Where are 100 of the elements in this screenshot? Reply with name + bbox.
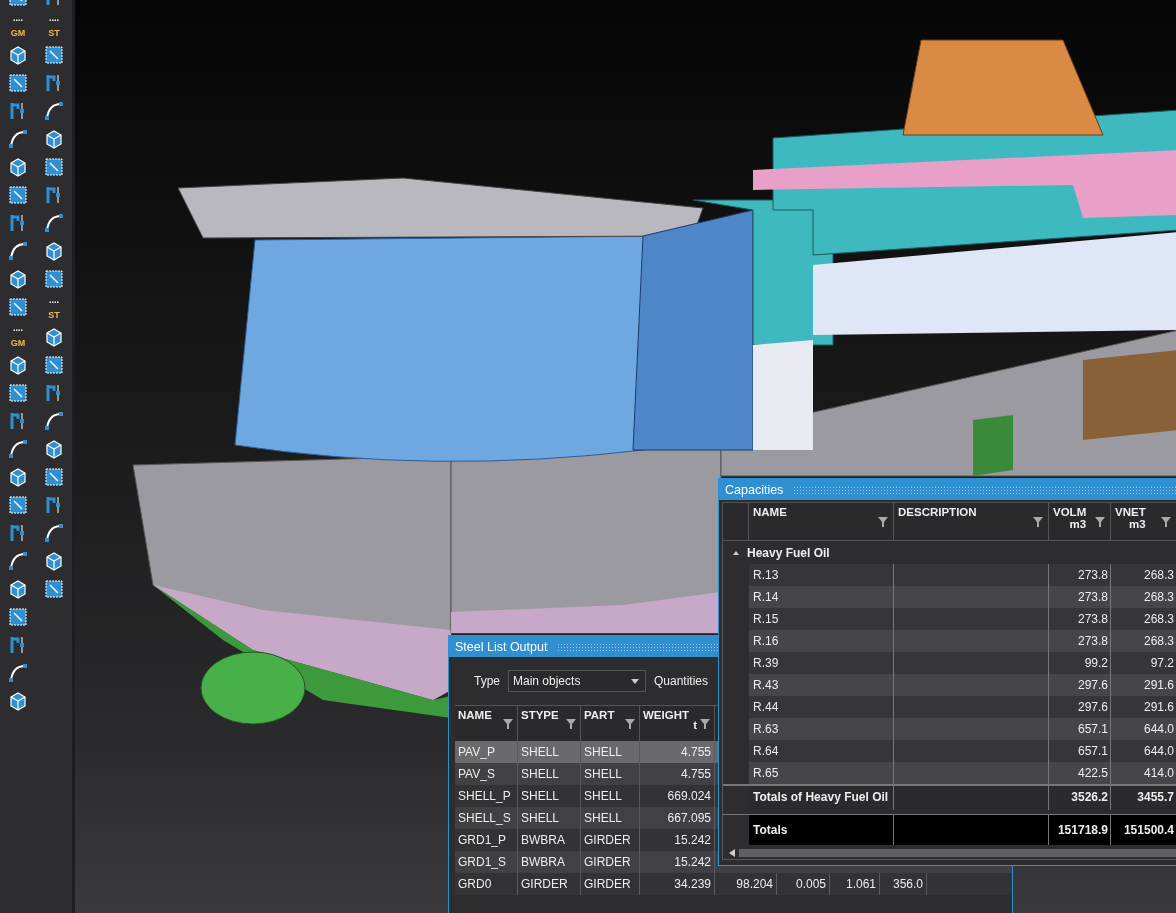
table-cell: 644.0	[1111, 718, 1176, 740]
separator-dots: ....	[13, 324, 23, 332]
panel-title: Capacities	[725, 482, 784, 497]
table-cell: 657.1	[1049, 718, 1111, 740]
cube-icon[interactable]	[43, 240, 65, 262]
table-cell: 97.2	[1111, 652, 1176, 674]
type-dropdown[interactable]: Main objects	[508, 670, 646, 692]
table-cell: 291.6	[1111, 674, 1176, 696]
table-cell: 99.2	[1049, 652, 1111, 674]
cube-icon[interactable]	[7, 268, 29, 290]
section-label: GM	[10, 28, 26, 38]
filter-icon[interactable]	[877, 516, 889, 528]
table-cell: R.15	[749, 608, 894, 630]
line-tool-icon[interactable]	[43, 156, 65, 178]
line-tool-icon[interactable]	[43, 44, 65, 66]
table-cell: R.16	[749, 630, 894, 652]
table-cell: 98.204	[715, 873, 777, 895]
total-cell: 151718.9	[1049, 815, 1111, 845]
filter-icon[interactable]	[699, 718, 711, 730]
table-cell: R.43	[749, 674, 894, 696]
cube-icon[interactable]	[7, 354, 29, 376]
table-cell: GIRDER	[581, 873, 640, 895]
line-tool-icon[interactable]	[7, 606, 29, 628]
cube-icon[interactable]	[43, 438, 65, 460]
section-label: ST	[48, 310, 60, 320]
cube-icon[interactable]	[7, 44, 29, 66]
line-tool-icon[interactable]	[7, 382, 29, 404]
scrollbar-thumb[interactable]	[739, 849, 1176, 857]
curve-icon[interactable]	[7, 438, 29, 460]
table-cell: 268.3	[1111, 586, 1176, 608]
curve-icon[interactable]	[43, 100, 65, 122]
scroll-left-icon[interactable]	[729, 849, 735, 857]
table-cell: 291.6	[1111, 696, 1176, 718]
cube-icon[interactable]	[43, 128, 65, 150]
line-tool-icon[interactable]	[7, 72, 29, 94]
total-cell: 151500.4	[1111, 815, 1176, 845]
line-tool-icon[interactable]	[7, 184, 29, 206]
cube-icon[interactable]	[43, 550, 65, 572]
section-label: GM	[10, 338, 26, 348]
section-label: ST	[48, 28, 60, 38]
cube-icon[interactable]	[7, 690, 29, 712]
table-cell: 273.8	[1049, 564, 1111, 586]
table-cell: 273.8	[1049, 608, 1111, 630]
table-row[interactable]: GRD0 GIRDER GIRDER 34.239 98.204 0.005 1.061 356.0	[455, 873, 1012, 895]
filter-icon[interactable]	[624, 718, 636, 730]
table-cell: 273.8	[1049, 630, 1111, 652]
cube-icon[interactable]	[43, 326, 65, 348]
table-cell: R.65	[749, 762, 894, 784]
line-tool-icon[interactable]	[43, 578, 65, 600]
table-cell: 34.239	[640, 873, 715, 895]
separator-dots: ....	[13, 14, 23, 22]
line-tool-icon[interactable]	[7, 494, 29, 516]
filter-icon[interactable]	[1160, 516, 1172, 528]
table-cell: 0.005	[777, 873, 830, 895]
table-cell: 644.0	[1111, 740, 1176, 762]
table-cell: 657.1	[1049, 740, 1111, 762]
table-cell: GIRDER	[518, 873, 581, 895]
curve-icon[interactable]	[43, 212, 65, 234]
column-header[interactable]: DESCRIPTION	[894, 503, 1049, 540]
table-cell: R.44	[749, 696, 894, 718]
curve-icon[interactable]	[7, 550, 29, 572]
table-cell: 268.3	[1111, 630, 1176, 652]
table-cell: 422.5	[1049, 762, 1111, 784]
table-cell: 297.6	[1049, 696, 1111, 718]
cube-icon[interactable]	[7, 466, 29, 488]
separator-dots: ....	[49, 296, 59, 304]
cube-icon[interactable]	[7, 578, 29, 600]
field-label: Type	[474, 674, 500, 688]
separator-dots: ....	[49, 14, 59, 22]
table-cell: 356.0	[880, 873, 927, 895]
curve-icon[interactable]	[7, 128, 29, 150]
panel-title: Steel List Output	[455, 639, 548, 654]
table-cell: R.14	[749, 586, 894, 608]
table-cell: R.13	[749, 564, 894, 586]
line-tool-icon[interactable]	[43, 268, 65, 290]
dropdown-caret-icon	[631, 678, 639, 684]
column-header[interactable]: NAME	[749, 503, 894, 540]
line-tool-icon[interactable]	[43, 466, 65, 488]
line-tool-icon[interactable]	[43, 354, 65, 376]
curve-icon[interactable]	[7, 240, 29, 262]
line-tool-icon[interactable]	[7, 296, 29, 318]
curve-icon[interactable]	[43, 410, 65, 432]
table-cell: 268.3	[1111, 564, 1176, 586]
curve-icon[interactable]	[7, 662, 29, 684]
filter-icon[interactable]	[1032, 516, 1044, 528]
table-cell: 273.8	[1049, 586, 1111, 608]
filter-icon[interactable]	[1094, 516, 1106, 528]
filter-icon[interactable]	[565, 718, 577, 730]
column-header[interactable]: VOLM m3	[1049, 503, 1111, 540]
table-cell: 1.061	[830, 873, 880, 895]
expand-arrow-icon[interactable]	[733, 550, 739, 555]
table-cell: 414.0	[1111, 762, 1176, 784]
column-header[interactable]: VNET m3	[1111, 503, 1176, 540]
table-cell: R.39	[749, 652, 894, 674]
table-cell: R.63	[749, 718, 894, 740]
cube-icon[interactable]	[7, 156, 29, 178]
curve-icon[interactable]	[43, 522, 65, 544]
filter-icon[interactable]	[502, 718, 514, 730]
field-label: Quantities	[654, 674, 709, 688]
table-cell: 297.6	[1049, 674, 1111, 696]
